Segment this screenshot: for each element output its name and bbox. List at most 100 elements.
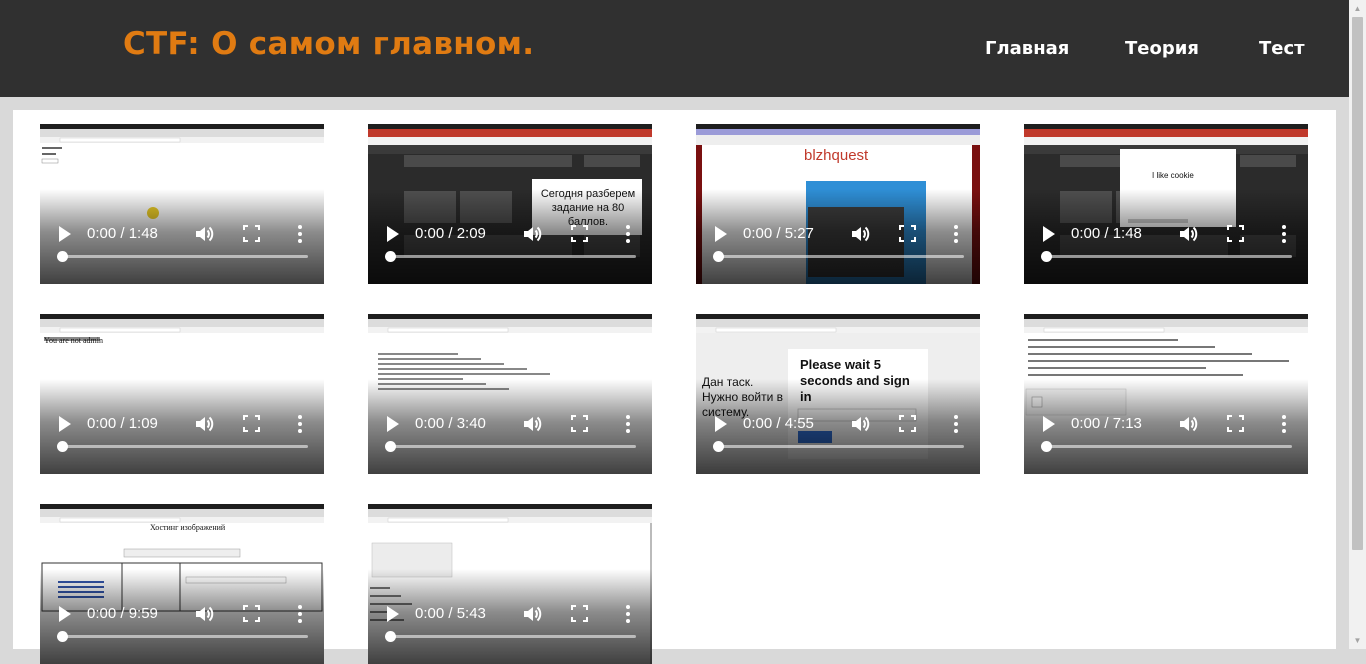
progress-bar[interactable] <box>713 251 964 262</box>
fullscreen-icon[interactable] <box>243 605 260 622</box>
scroll-up-arrow-icon[interactable]: ▲ <box>1349 0 1366 17</box>
video-controls: 0:00 / 5:27 <box>696 214 980 284</box>
volume-icon[interactable] <box>1178 414 1198 434</box>
more-options-icon[interactable] <box>622 604 634 624</box>
video-player[interactable]: Хостинг изображений 0:00 / 9:59 <box>40 504 324 664</box>
progress-bar[interactable] <box>57 441 308 452</box>
video-thumbnail-text: Хостинг изображений <box>150 523 226 532</box>
main-nav: Главная Теория Тест <box>0 38 1349 62</box>
fullscreen-icon[interactable] <box>1227 225 1244 242</box>
play-icon[interactable] <box>59 226 71 242</box>
video-thumbnail-text: I like cookie <box>1152 171 1194 180</box>
volume-icon[interactable] <box>194 604 214 624</box>
fullscreen-icon[interactable] <box>571 415 588 432</box>
video-player[interactable]: Сегодня разберем задание на 80 баллов.0:… <box>368 124 652 284</box>
video-controls: 0:00 / 1:09 <box>40 404 324 474</box>
play-icon[interactable] <box>715 226 727 242</box>
progress-knob[interactable] <box>1041 251 1052 262</box>
volume-icon[interactable] <box>522 224 542 244</box>
more-options-icon[interactable] <box>1278 224 1290 244</box>
more-options-icon[interactable] <box>294 224 306 244</box>
volume-icon[interactable] <box>522 604 542 624</box>
video-player[interactable]: Please wait 5 seconds and sign inДан тас… <box>696 314 980 474</box>
play-icon[interactable] <box>387 226 399 242</box>
video-controls: 0:00 / 1:48 <box>40 214 324 284</box>
scroll-down-arrow-icon[interactable]: ▼ <box>1349 632 1366 649</box>
volume-icon[interactable] <box>522 414 542 434</box>
video-time-display: 0:00 / 7:13 <box>1071 415 1142 432</box>
fullscreen-icon[interactable] <box>1227 415 1244 432</box>
progress-knob[interactable] <box>385 631 396 642</box>
volume-icon[interactable] <box>850 224 870 244</box>
progress-knob[interactable] <box>57 251 68 262</box>
site-header: CTF: О самом главном. Главная Теория Тес… <box>0 0 1349 97</box>
video-time-display: 0:00 / 3:40 <box>415 415 486 432</box>
video-time-display: 0:00 / 1:48 <box>1071 225 1142 242</box>
scrollbar-thumb[interactable] <box>1352 17 1363 550</box>
play-icon[interactable] <box>715 416 727 432</box>
play-icon[interactable] <box>59 416 71 432</box>
page-scrollbar[interactable]: ▲ ▼ <box>1349 0 1366 649</box>
progress-knob[interactable] <box>1041 441 1052 452</box>
fullscreen-icon[interactable] <box>899 415 916 432</box>
more-options-icon[interactable] <box>622 224 634 244</box>
fullscreen-icon[interactable] <box>571 605 588 622</box>
fullscreen-icon[interactable] <box>571 225 588 242</box>
play-icon[interactable] <box>387 416 399 432</box>
play-icon[interactable] <box>1043 416 1055 432</box>
video-time-display: 0:00 / 1:09 <box>87 415 158 432</box>
volume-icon[interactable] <box>194 414 214 434</box>
video-time-display: 0:00 / 2:09 <box>415 225 486 242</box>
progress-bar[interactable] <box>385 251 636 262</box>
video-time-display: 0:00 / 5:43 <box>415 605 486 622</box>
nav-test-link[interactable]: Тест <box>1259 38 1305 59</box>
more-options-icon[interactable] <box>950 224 962 244</box>
nav-home-link[interactable]: Главная <box>985 38 1069 59</box>
video-thumbnail-text: You are not admin <box>44 336 103 345</box>
progress-bar[interactable] <box>385 631 636 642</box>
video-time-display: 0:00 / 1:48 <box>87 225 158 242</box>
progress-bar[interactable] <box>1041 441 1292 452</box>
play-icon[interactable] <box>59 606 71 622</box>
progress-knob[interactable] <box>57 441 68 452</box>
fullscreen-icon[interactable] <box>899 225 916 242</box>
video-player[interactable]: blzhquest 0:00 / 5:27 <box>696 124 980 284</box>
volume-icon[interactable] <box>194 224 214 244</box>
video-controls: 0:00 / 1:48 <box>1024 214 1308 284</box>
progress-bar[interactable] <box>713 441 964 452</box>
video-time-display: 0:00 / 5:27 <box>743 225 814 242</box>
video-controls: 0:00 / 7:13 <box>1024 404 1308 474</box>
video-time-display: 0:00 / 4:55 <box>743 415 814 432</box>
more-options-icon[interactable] <box>950 414 962 434</box>
progress-bar[interactable] <box>385 441 636 452</box>
video-player[interactable]: I like cookie 0:00 / 1:48 <box>1024 124 1308 284</box>
more-options-icon[interactable] <box>294 414 306 434</box>
more-options-icon[interactable] <box>294 604 306 624</box>
progress-knob[interactable] <box>713 441 724 452</box>
progress-knob[interactable] <box>385 441 396 452</box>
video-controls: 0:00 / 3:40 <box>368 404 652 474</box>
video-player[interactable]: 0:00 / 5:43 <box>368 504 652 664</box>
volume-icon[interactable] <box>1178 224 1198 244</box>
nav-theory-link[interactable]: Теория <box>1125 38 1199 59</box>
video-controls: 0:00 / 4:55 <box>696 404 980 474</box>
progress-bar[interactable] <box>1041 251 1292 262</box>
video-player[interactable]: 0:00 / 7:13 <box>1024 314 1308 474</box>
fullscreen-icon[interactable] <box>243 225 260 242</box>
progress-bar[interactable] <box>57 631 308 642</box>
progress-bar[interactable] <box>57 251 308 262</box>
progress-knob[interactable] <box>713 251 724 262</box>
more-options-icon[interactable] <box>622 414 634 434</box>
more-options-icon[interactable] <box>1278 414 1290 434</box>
progress-knob[interactable] <box>57 631 68 642</box>
video-controls: 0:00 / 9:59 <box>40 594 324 664</box>
video-player[interactable]: 0:00 / 3:40 <box>368 314 652 474</box>
fullscreen-icon[interactable] <box>243 415 260 432</box>
video-player[interactable]: You are not admin 0:00 / 1:09 <box>40 314 324 474</box>
video-player[interactable]: 0:00 / 1:48 <box>40 124 324 284</box>
video-controls: 0:00 / 2:09 <box>368 214 652 284</box>
play-icon[interactable] <box>1043 226 1055 242</box>
progress-knob[interactable] <box>385 251 396 262</box>
play-icon[interactable] <box>387 606 399 622</box>
volume-icon[interactable] <box>850 414 870 434</box>
